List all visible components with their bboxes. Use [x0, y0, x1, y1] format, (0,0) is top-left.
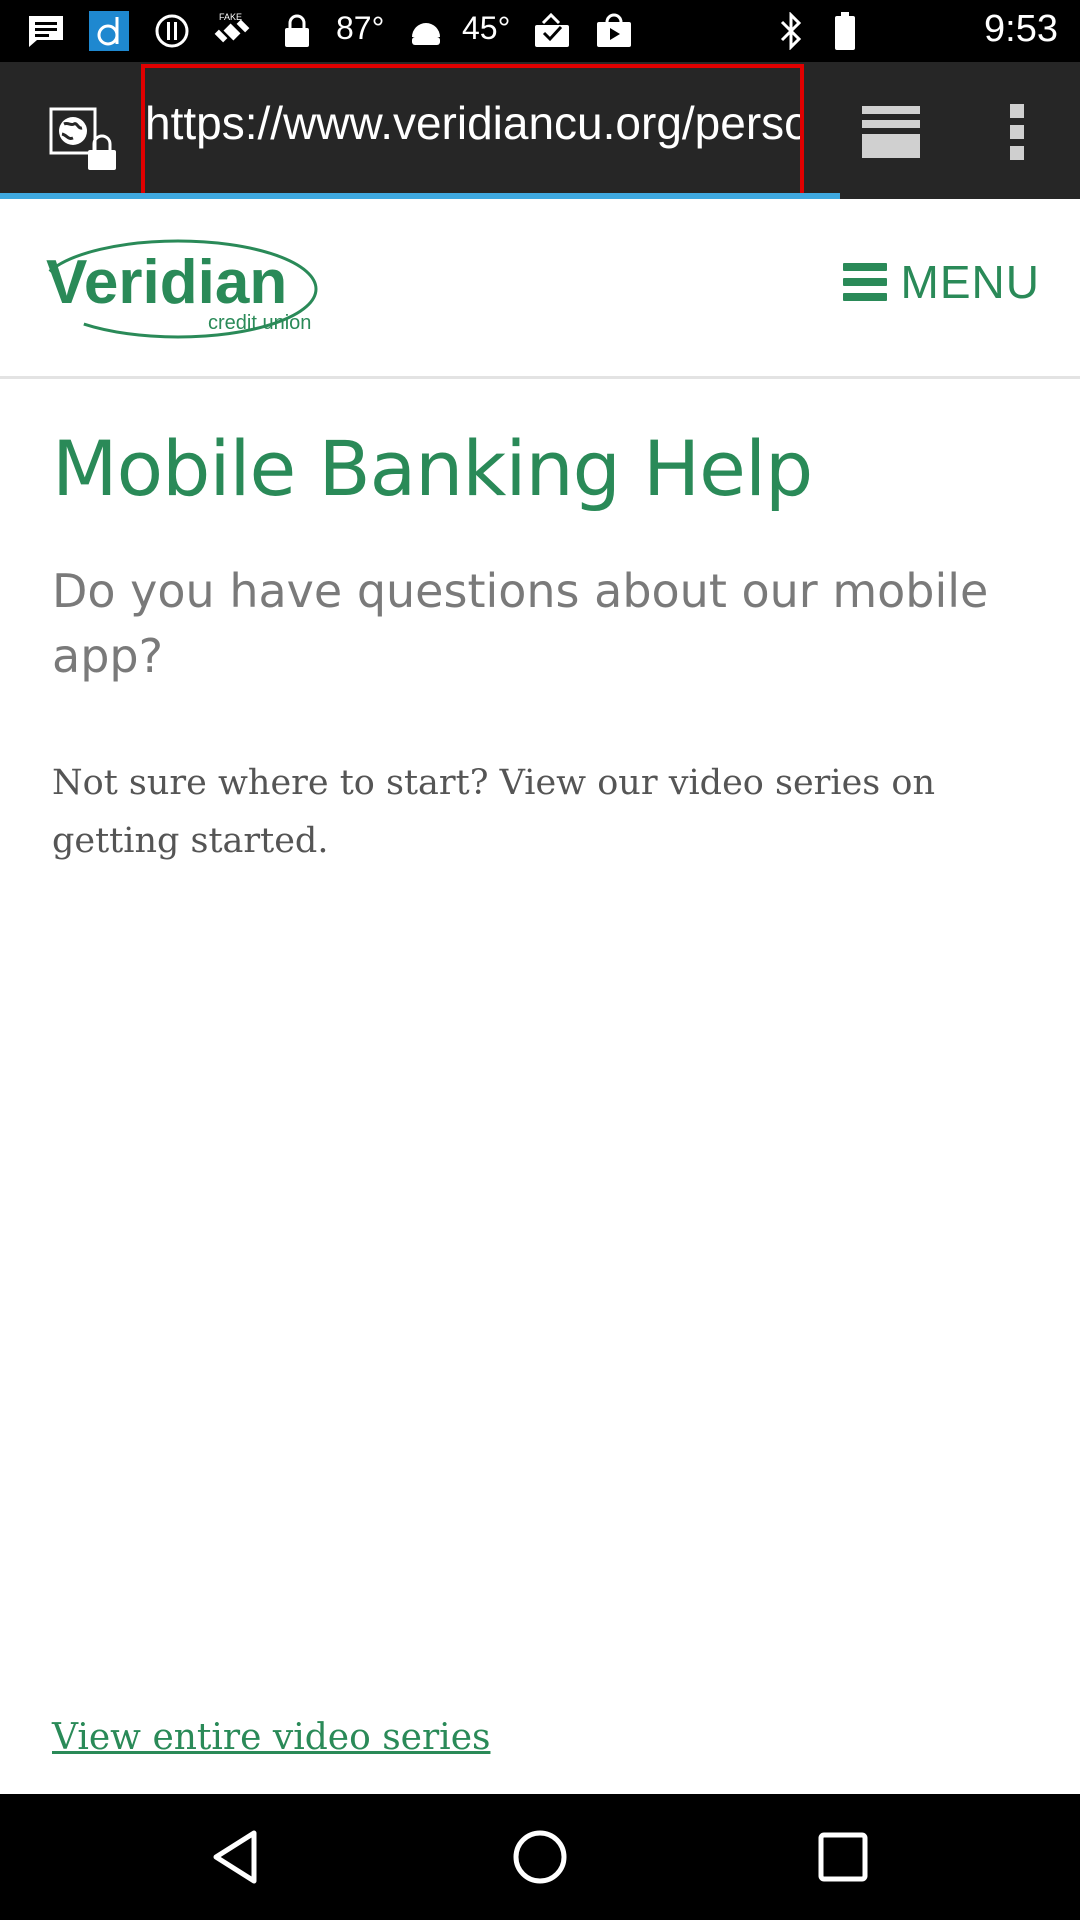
lead-question: Do you have questions about our mobile a…: [52, 564, 989, 683]
intro-text: Not sure where to start? View our video …: [52, 763, 935, 861]
clock: 9:53: [984, 8, 1058, 50]
url-bar[interactable]: https://www.veridiancu.org/personal/mobi…: [141, 64, 804, 198]
hamburger-icon: [842, 263, 887, 301]
page-title: Mobile Banking Help: [52, 424, 813, 513]
video-series-link[interactable]: View entire video series: [52, 1717, 490, 1758]
logo-tagline: credit union: [208, 312, 311, 334]
download-done-icon: [532, 12, 572, 50]
play-store-icon: [594, 12, 634, 50]
status-bar: FAKE 87° 45° 9:53: [0, 0, 1080, 62]
android-icon: [408, 12, 444, 50]
veridian-logo[interactable]: Veridian credit union: [38, 237, 358, 341]
fake-gps-icon: FAKE: [210, 12, 258, 50]
navigation-bar: [0, 1794, 1080, 1920]
site-header: Veridian credit union MENU: [0, 199, 1080, 379]
battery-icon: [830, 12, 860, 50]
home-icon[interactable]: [505, 1822, 575, 1892]
more-options-icon[interactable]: [1003, 102, 1031, 162]
lock-icon: [280, 12, 314, 50]
url-text: https://www.veridiancu.org/personal/mobi…: [145, 97, 800, 149]
recents-icon[interactable]: [808, 1822, 878, 1892]
site-security-icon[interactable]: [48, 106, 120, 170]
web-page: Veridian credit union MENU Mobile Bankin…: [0, 199, 1080, 1794]
menu-label: MENU: [900, 256, 1040, 308]
svg-text:FAKE: FAKE: [219, 12, 242, 22]
bluetooth-icon: [776, 12, 806, 50]
message-icon: [26, 12, 66, 50]
back-icon[interactable]: [200, 1822, 270, 1892]
temperature-reading-2: 45°: [462, 10, 511, 46]
menu-button[interactable]: MENU: [842, 256, 1040, 308]
temperature-reading: 87°: [336, 10, 385, 46]
app-d-icon: [88, 11, 130, 51]
alert-circle-icon: [152, 12, 192, 50]
tabs-icon[interactable]: [858, 102, 924, 162]
logo-wordmark: Veridian: [46, 248, 287, 317]
browser-toolbar: https://www.veridiancu.org/personal/mobi…: [0, 62, 1080, 199]
